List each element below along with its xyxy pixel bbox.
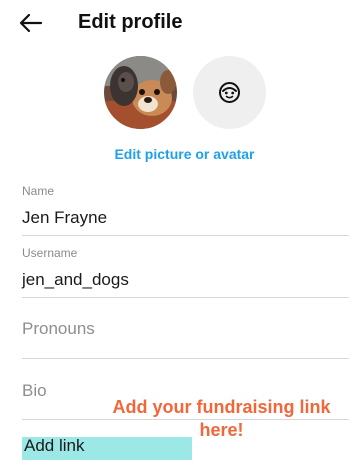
- top-bar: Edit profile: [0, 0, 349, 46]
- arrow-left-icon: [19, 13, 43, 33]
- avatar-button[interactable]: [193, 56, 266, 129]
- username-field[interactable]: Username jen_and_dogs: [22, 242, 349, 298]
- add-link-button[interactable]: Add link: [24, 436, 84, 456]
- name-label: Name: [22, 184, 55, 198]
- bio-placeholder[interactable]: Bio: [22, 381, 47, 401]
- profile-photo[interactable]: [104, 56, 177, 129]
- name-value[interactable]: Jen Frayne: [22, 208, 107, 228]
- avatar-face-icon: [219, 82, 240, 103]
- username-value[interactable]: jen_and_dogs: [22, 270, 129, 290]
- edit-picture-link[interactable]: Edit picture or avatar: [0, 146, 349, 162]
- fundraising-annotation: Add your fundraising link here!: [94, 396, 349, 442]
- annotation-line-1: Add your fundraising link: [112, 397, 331, 417]
- name-field[interactable]: Name Jen Frayne: [22, 180, 349, 236]
- page-title: Edit profile: [78, 11, 183, 33]
- annotation-line-2: here!: [199, 420, 244, 440]
- back-button[interactable]: [18, 10, 50, 38]
- profile-photo-image: [104, 56, 177, 129]
- pronouns-placeholder[interactable]: Pronouns: [22, 319, 95, 339]
- username-label: Username: [22, 246, 78, 260]
- pronouns-field[interactable]: Pronouns: [22, 304, 349, 359]
